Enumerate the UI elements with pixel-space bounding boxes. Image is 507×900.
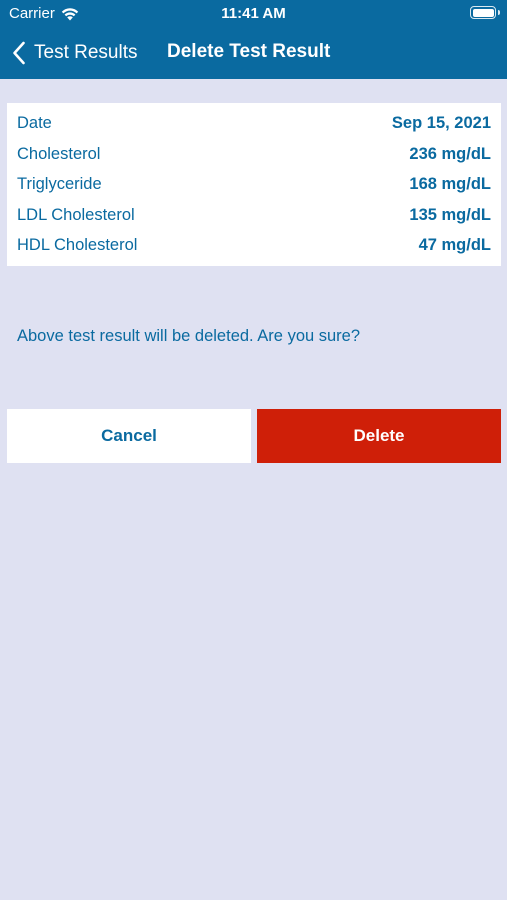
cancel-button[interactable]: Cancel bbox=[7, 409, 251, 463]
delete-button[interactable]: Delete bbox=[257, 409, 501, 463]
navigation-bar: Test Results Delete Test Result bbox=[0, 28, 507, 79]
result-row-cholesterol: Cholesterol 236 mg/dL bbox=[17, 139, 491, 169]
result-row-triglyceride: Triglyceride 168 mg/dL bbox=[17, 169, 491, 199]
back-button[interactable]: Test Results bbox=[12, 40, 137, 66]
result-row-ldl: LDL Cholesterol 135 mg/dL bbox=[17, 200, 491, 230]
result-label: Cholesterol bbox=[17, 144, 101, 163]
result-value: 236 mg/dL bbox=[409, 144, 491, 163]
status-time: 11:41 AM bbox=[221, 5, 286, 22]
battery-icon bbox=[470, 6, 500, 19]
result-label: Date bbox=[17, 113, 52, 132]
result-label: Triglyceride bbox=[17, 174, 102, 193]
chevron-left-icon bbox=[13, 41, 25, 65]
result-value: 135 mg/dL bbox=[409, 205, 491, 224]
delete-confirmation-message: Above test result will be deleted. Are y… bbox=[17, 327, 361, 345]
result-row-hdl: HDL Cholesterol 47 mg/dL bbox=[17, 230, 491, 260]
result-row-date: Date Sep 15, 2021 bbox=[17, 108, 491, 138]
page-title: Delete Test Result bbox=[167, 41, 331, 62]
result-value: 168 mg/dL bbox=[409, 174, 491, 193]
result-value: 47 mg/dL bbox=[418, 235, 491, 254]
result-label: HDL Cholesterol bbox=[17, 235, 138, 254]
app-header: Carrier 11:41 AM Test Results Delete Tes… bbox=[0, 0, 507, 79]
status-bar: Carrier 11:41 AM bbox=[0, 0, 507, 28]
test-result-card: Date Sep 15, 2021 Cholesterol 236 mg/dL … bbox=[7, 103, 501, 266]
back-button-label: Test Results bbox=[34, 42, 138, 63]
result-value: Sep 15, 2021 bbox=[391, 113, 491, 132]
result-label: LDL Cholesterol bbox=[17, 205, 135, 224]
